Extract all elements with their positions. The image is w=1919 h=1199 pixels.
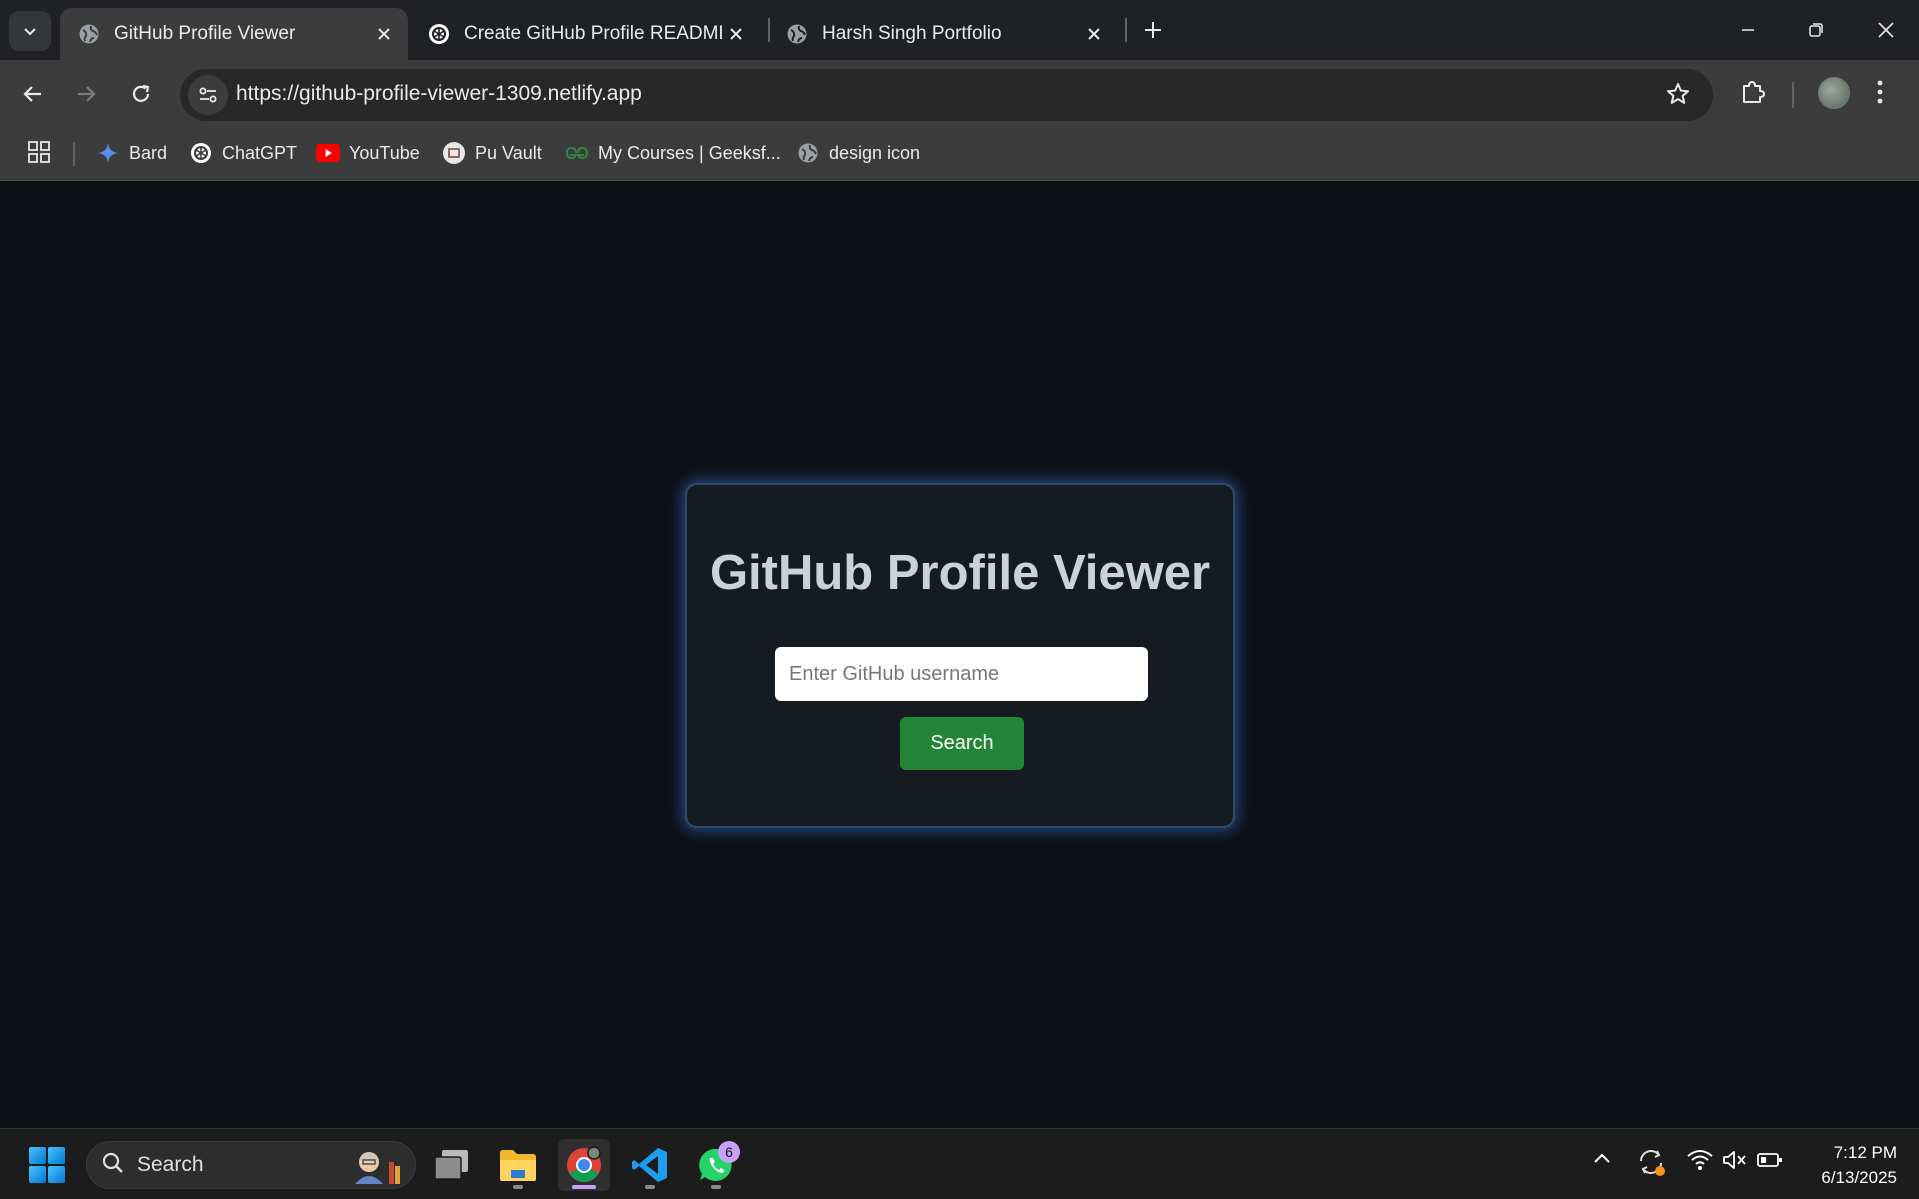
- minimize-icon: [1742, 29, 1754, 31]
- extensions-icon[interactable]: [1738, 77, 1768, 112]
- close-icon[interactable]: [1080, 20, 1108, 48]
- search-highlight-illustration-icon: [349, 1148, 405, 1184]
- search-icon: [101, 1151, 125, 1180]
- page-content: GitHub Profile Viewer Search: [0, 181, 1919, 1128]
- windows-logo-tile: [48, 1147, 65, 1164]
- running-indicator: [513, 1185, 523, 1189]
- bookmark-geeksforgeeks[interactable]: My Courses | Geeksf...: [565, 140, 781, 166]
- bookmark-label: My Courses | Geeksf...: [598, 142, 781, 163]
- plus-icon: [1145, 22, 1161, 38]
- bookmark-label: YouTube: [349, 142, 420, 163]
- task-view-icon: [434, 1150, 468, 1180]
- tab-github-profile-viewer[interactable]: GitHub Profile Viewer: [60, 8, 408, 60]
- toolbar-separator: [1792, 82, 1794, 108]
- bookmark-bard[interactable]: Bard: [96, 140, 167, 166]
- profile-avatar[interactable]: [1818, 77, 1850, 109]
- openai-icon: [189, 141, 213, 165]
- close-icon[interactable]: [370, 20, 398, 48]
- globe-icon: [78, 23, 100, 45]
- arrow-left-icon: [23, 86, 41, 102]
- running-indicator: [711, 1185, 721, 1189]
- clock-time: 7:12 PM: [1833, 1143, 1897, 1162]
- tab-separator: [1125, 18, 1127, 42]
- browser-chrome: GitHub Profile Viewer Create GitHub Prof…: [0, 0, 1919, 181]
- tab-create-github-readme[interactable]: Create GitHub Profile README: [410, 8, 760, 60]
- vault-icon: [442, 141, 466, 165]
- youtube-icon: [316, 141, 340, 165]
- search-button[interactable]: Search: [900, 717, 1024, 770]
- apps-grid-icon[interactable]: [27, 140, 51, 169]
- running-indicator: [645, 1185, 655, 1189]
- bookmark-pu-vault[interactable]: Pu Vault: [442, 140, 542, 166]
- clock-date: 6/13/2025: [1821, 1168, 1897, 1187]
- taskbar-chrome[interactable]: [558, 1139, 610, 1191]
- page-title: GitHub Profile Viewer: [709, 546, 1211, 600]
- tab-title: GitHub Profile Viewer: [114, 23, 296, 44]
- active-indicator: [572, 1185, 596, 1189]
- globe-icon: [786, 23, 808, 45]
- sync-icon[interactable]: [1636, 1147, 1666, 1182]
- taskbar-search[interactable]: Search: [86, 1141, 416, 1189]
- restore-button[interactable]: [1788, 8, 1844, 52]
- bookmarks-separator: [73, 142, 75, 166]
- profile-viewer-card: GitHub Profile Viewer Search: [685, 483, 1235, 828]
- new-tab-button[interactable]: [1137, 14, 1169, 46]
- arrow-right-icon: [78, 86, 96, 102]
- taskbar-clock[interactable]: 7:12 PM 6/13/2025: [1797, 1140, 1897, 1190]
- browser-toolbar: https://github-profile-viewer-1309.netli…: [0, 60, 1919, 128]
- tab-search-button[interactable]: [9, 11, 51, 51]
- username-input[interactable]: [775, 647, 1148, 701]
- bookmark-label: ChatGPT: [222, 142, 298, 163]
- vscode-icon: [632, 1148, 667, 1182]
- close-icon[interactable]: [722, 20, 750, 48]
- notification-badge: 6: [718, 1141, 740, 1163]
- windows-logo-tile: [29, 1147, 46, 1164]
- minimize-button[interactable]: [1720, 8, 1776, 52]
- chrome-icon: [567, 1146, 601, 1182]
- battery-icon[interactable]: [1756, 1149, 1784, 1176]
- url-text[interactable]: https://github-profile-viewer-1309.netli…: [236, 82, 642, 106]
- tab-title: Create GitHub Profile README: [464, 23, 722, 44]
- bookmark-label: Pu Vault: [475, 142, 542, 163]
- bookmark-youtube[interactable]: YouTube: [316, 140, 420, 166]
- bookmark-label: Bard: [129, 142, 168, 163]
- folder-icon: [500, 1150, 536, 1181]
- more-menu-icon[interactable]: [1876, 77, 1884, 112]
- taskbar-whatsapp[interactable]: 6: [690, 1139, 742, 1191]
- bookmark-design-icon[interactable]: design icon: [796, 140, 920, 166]
- openai-icon: [428, 23, 450, 45]
- forward-button[interactable]: [67, 75, 105, 113]
- tab-strip: GitHub Profile Viewer Create GitHub Prof…: [0, 0, 1919, 60]
- tab-title: Harsh Singh Portfolio: [822, 23, 1002, 44]
- windows-start-button[interactable]: [29, 1147, 65, 1183]
- taskbar: Search 6 7:12 PM 6/13/2025: [0, 1128, 1919, 1199]
- taskbar-vscode[interactable]: [624, 1139, 676, 1191]
- geeksforgeeks-icon: [565, 141, 589, 165]
- tab-harsh-singh-portfolio[interactable]: Harsh Singh Portfolio: [768, 8, 1118, 60]
- globe-icon: [796, 141, 820, 165]
- address-bar[interactable]: https://github-profile-viewer-1309.netli…: [180, 69, 1713, 121]
- windows-logo-tile: [29, 1166, 46, 1183]
- back-button[interactable]: [14, 75, 52, 113]
- bookmark-chatgpt[interactable]: ChatGPT: [189, 140, 297, 166]
- bookmark-label: design icon: [829, 142, 921, 163]
- taskbar-search-label: Search: [137, 1153, 204, 1176]
- volume-muted-icon[interactable]: [1722, 1149, 1748, 1176]
- wifi-icon[interactable]: [1687, 1149, 1713, 1176]
- windows-logo-tile: [48, 1166, 65, 1183]
- taskbar-file-explorer[interactable]: [492, 1139, 544, 1191]
- chevron-up-icon[interactable]: [1592, 1149, 1612, 1174]
- bookmarks-bar: Bard ChatGPT YouTube Pu Vault My Courses…: [0, 128, 1919, 180]
- taskbar-task-view[interactable]: [426, 1139, 478, 1191]
- bookmark-star-icon[interactable]: [1665, 81, 1691, 112]
- restore-icon: [1809, 23, 1823, 37]
- reload-button[interactable]: [122, 75, 160, 113]
- chevron-down-icon: [24, 28, 36, 36]
- sparkle-icon: [96, 141, 120, 165]
- tune-icon: [199, 87, 217, 103]
- close-icon: [1878, 22, 1894, 38]
- site-info-button[interactable]: [188, 75, 228, 115]
- close-window-button[interactable]: [1858, 8, 1914, 52]
- reload-icon: [132, 84, 150, 102]
